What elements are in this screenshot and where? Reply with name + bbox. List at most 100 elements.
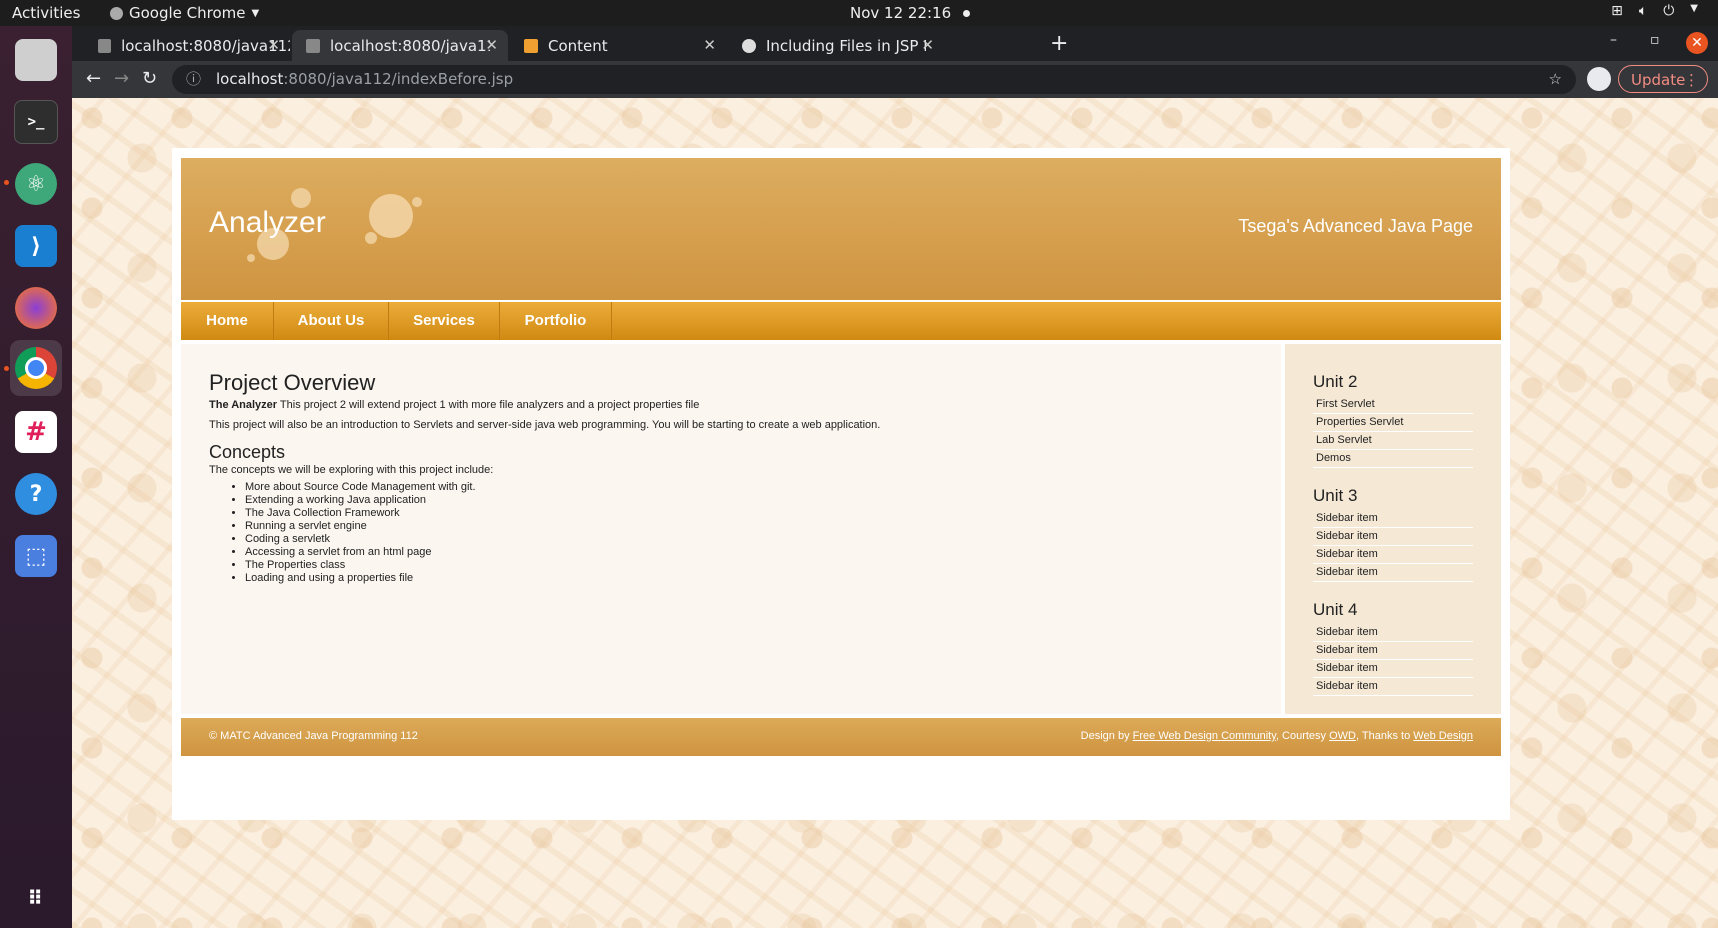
heading-concepts: Concepts: [209, 442, 286, 462]
clock[interactable]: Nov 12 22:16: [850, 4, 971, 22]
tab-title: Including Files in JSP Pag: [766, 36, 926, 55]
site-nav: Home About Us Services Portfolio: [181, 302, 1501, 340]
sidebar-heading-unit-2: Unit 2: [1313, 372, 1358, 391]
sidebar-item[interactable]: Sidebar item: [1313, 547, 1473, 564]
dock-screenshot[interactable]: ⬚: [10, 530, 62, 582]
sidebar-item[interactable]: Sidebar item: [1313, 511, 1473, 528]
chevron-down-icon[interactable]: ▼: [1690, 3, 1698, 19]
files-icon: [15, 39, 57, 81]
github-favicon-icon: [742, 38, 756, 53]
sidebar-link-demos[interactable]: Demos: [1313, 451, 1473, 468]
sidebar-item[interactable]: Sidebar item: [1313, 565, 1473, 582]
dock-files[interactable]: [10, 34, 62, 86]
heading-project-overview: Project Overview: [209, 370, 376, 395]
sidebar-link-lab-servlet[interactable]: Lab Servlet: [1313, 433, 1473, 450]
system-tray[interactable]: ⊞ 🔈︎ ⏻ ▼: [1611, 3, 1698, 19]
tab-title: localhost:8080/java112/in: [330, 36, 490, 55]
footer-credits: Design by Free Web Design Community, Cou…: [1081, 730, 1473, 742]
chrome-icon: [15, 347, 57, 389]
maximize-icon[interactable]: ▫: [1650, 32, 1660, 48]
address-bar[interactable]: ⓘ localhost:8080/java112/indexBefore.jsp…: [172, 65, 1576, 94]
list-item: Accessing a servlet from an html page: [245, 546, 476, 559]
running-indicator: [4, 366, 9, 371]
sidebar-item[interactable]: Sidebar item: [1313, 529, 1473, 546]
sidebar: Unit 2 First Servlet Properties Servlet …: [1285, 344, 1501, 714]
firefox-icon: [15, 287, 57, 329]
slack-icon: #: [15, 411, 57, 453]
sidebar-item[interactable]: Sidebar item: [1313, 661, 1473, 678]
dock-vscode[interactable]: ⟩: [10, 220, 62, 272]
sidebar-link-properties-servlet[interactable]: Properties Servlet: [1313, 415, 1473, 432]
activities-button[interactable]: Activities: [12, 4, 80, 22]
system-top-bar: Activities Google Chrome ▼ Nov 12 22:16 …: [0, 0, 1718, 26]
tab-title: localhost:8080/java112/: [121, 36, 290, 55]
running-indicator: [4, 180, 9, 185]
footer-link-web-design[interactable]: Web Design: [1413, 730, 1473, 742]
sidebar-item[interactable]: Sidebar item: [1313, 625, 1473, 642]
update-button[interactable]: Update ⋮: [1618, 65, 1708, 93]
dock-firefox[interactable]: [10, 282, 62, 334]
footer-design-by: Design by: [1080, 730, 1133, 742]
site-footer: © MATC Advanced Java Programming 112 Des…: [181, 718, 1501, 756]
site-header: Analyzer Tsega's Advanced Java Page: [181, 158, 1501, 300]
forward-arrow-icon[interactable]: →: [114, 68, 129, 89]
footer-link-owd[interactable]: OWD: [1329, 730, 1356, 742]
page-favicon-icon: [98, 38, 112, 53]
list-item: The Properties class: [245, 559, 476, 572]
power-icon[interactable]: ⏻: [1663, 3, 1674, 19]
screenshot-icon: ⬚: [15, 535, 57, 577]
atom-icon: ⚛: [15, 163, 57, 205]
bookmark-star-icon[interactable]: ☆: [1549, 65, 1562, 94]
sidebar-item[interactable]: Sidebar item: [1313, 679, 1473, 696]
apps-grid-icon: ⠿: [27, 886, 45, 910]
profile-avatar-icon[interactable]: [1587, 67, 1611, 91]
tab-4[interactable]: Including Files in JSP Pag ✕: [728, 30, 944, 61]
tab-3[interactable]: Content ✕: [510, 30, 726, 61]
new-tab-plus-icon[interactable]: +: [1050, 31, 1068, 56]
tab-2-active[interactable]: localhost:8080/java112/in ✕: [292, 30, 508, 61]
tab-title: Content: [548, 36, 608, 55]
list-item: Extending a working Java application: [245, 494, 476, 507]
tab-1[interactable]: localhost:8080/java112/ ✕: [84, 30, 290, 61]
nav-about-us[interactable]: About Us: [274, 302, 389, 340]
site-tagline: Tsega's Advanced Java Page: [1238, 216, 1473, 236]
terminal-icon: >_: [14, 100, 58, 144]
site-info-icon[interactable]: ⓘ: [186, 65, 201, 94]
site-logo[interactable]: Analyzer: [209, 206, 326, 240]
sidebar-heading-unit-3: Unit 3: [1313, 486, 1358, 505]
app-menu[interactable]: Google Chrome ▼: [110, 4, 259, 22]
close-tab-icon[interactable]: ✕: [703, 36, 716, 54]
show-apps-button[interactable]: ⠿: [10, 872, 62, 924]
intro-text: This project 2 will extend project 1 wit…: [277, 399, 700, 411]
update-label: Update: [1631, 71, 1686, 89]
site-wrapper: Analyzer Tsega's Advanced Java Page Home…: [172, 148, 1510, 820]
dock-help[interactable]: ?: [10, 468, 62, 520]
nav-services[interactable]: Services: [389, 302, 500, 340]
nav-home[interactable]: Home: [181, 302, 274, 340]
close-tab-icon[interactable]: ✕: [485, 36, 498, 54]
page-viewport: Analyzer Tsega's Advanced Java Page Home…: [72, 98, 1718, 928]
dock-atom[interactable]: ⚛: [10, 158, 62, 210]
dock-chrome[interactable]: [10, 340, 62, 396]
close-window-icon[interactable]: ✕: [1686, 32, 1708, 54]
close-tab-icon[interactable]: ✕: [921, 36, 934, 54]
main-content: Project Overview The Analyzer This proje…: [181, 344, 1281, 714]
intro-bold: The Analyzer: [209, 399, 278, 411]
minimize-icon[interactable]: –: [1610, 32, 1617, 48]
back-arrow-icon[interactable]: ←: [86, 68, 101, 89]
reload-icon[interactable]: ↻: [142, 68, 157, 89]
footer-link-free-web-design[interactable]: Free Web Design Community: [1133, 730, 1276, 742]
concepts-intro: The concepts we will be exploring with t…: [209, 464, 494, 476]
dock-terminal[interactable]: >_: [10, 96, 62, 148]
close-tab-icon[interactable]: ✕: [267, 36, 280, 54]
sidebar-link-first-servlet[interactable]: First Servlet: [1313, 397, 1473, 414]
dock-slack[interactable]: #: [10, 406, 62, 458]
list-item: The Java Collection Framework: [245, 507, 476, 520]
network-icon[interactable]: ⊞: [1611, 3, 1623, 19]
volume-icon[interactable]: 🔈︎: [1639, 3, 1647, 19]
sidebar-item[interactable]: Sidebar item: [1313, 643, 1473, 660]
concepts-list: More about Source Code Management with g…: [209, 481, 476, 585]
clock-label: Nov 12 22:16: [850, 4, 952, 22]
list-item: Running a servlet engine: [245, 520, 476, 533]
nav-portfolio[interactable]: Portfolio: [500, 302, 612, 340]
